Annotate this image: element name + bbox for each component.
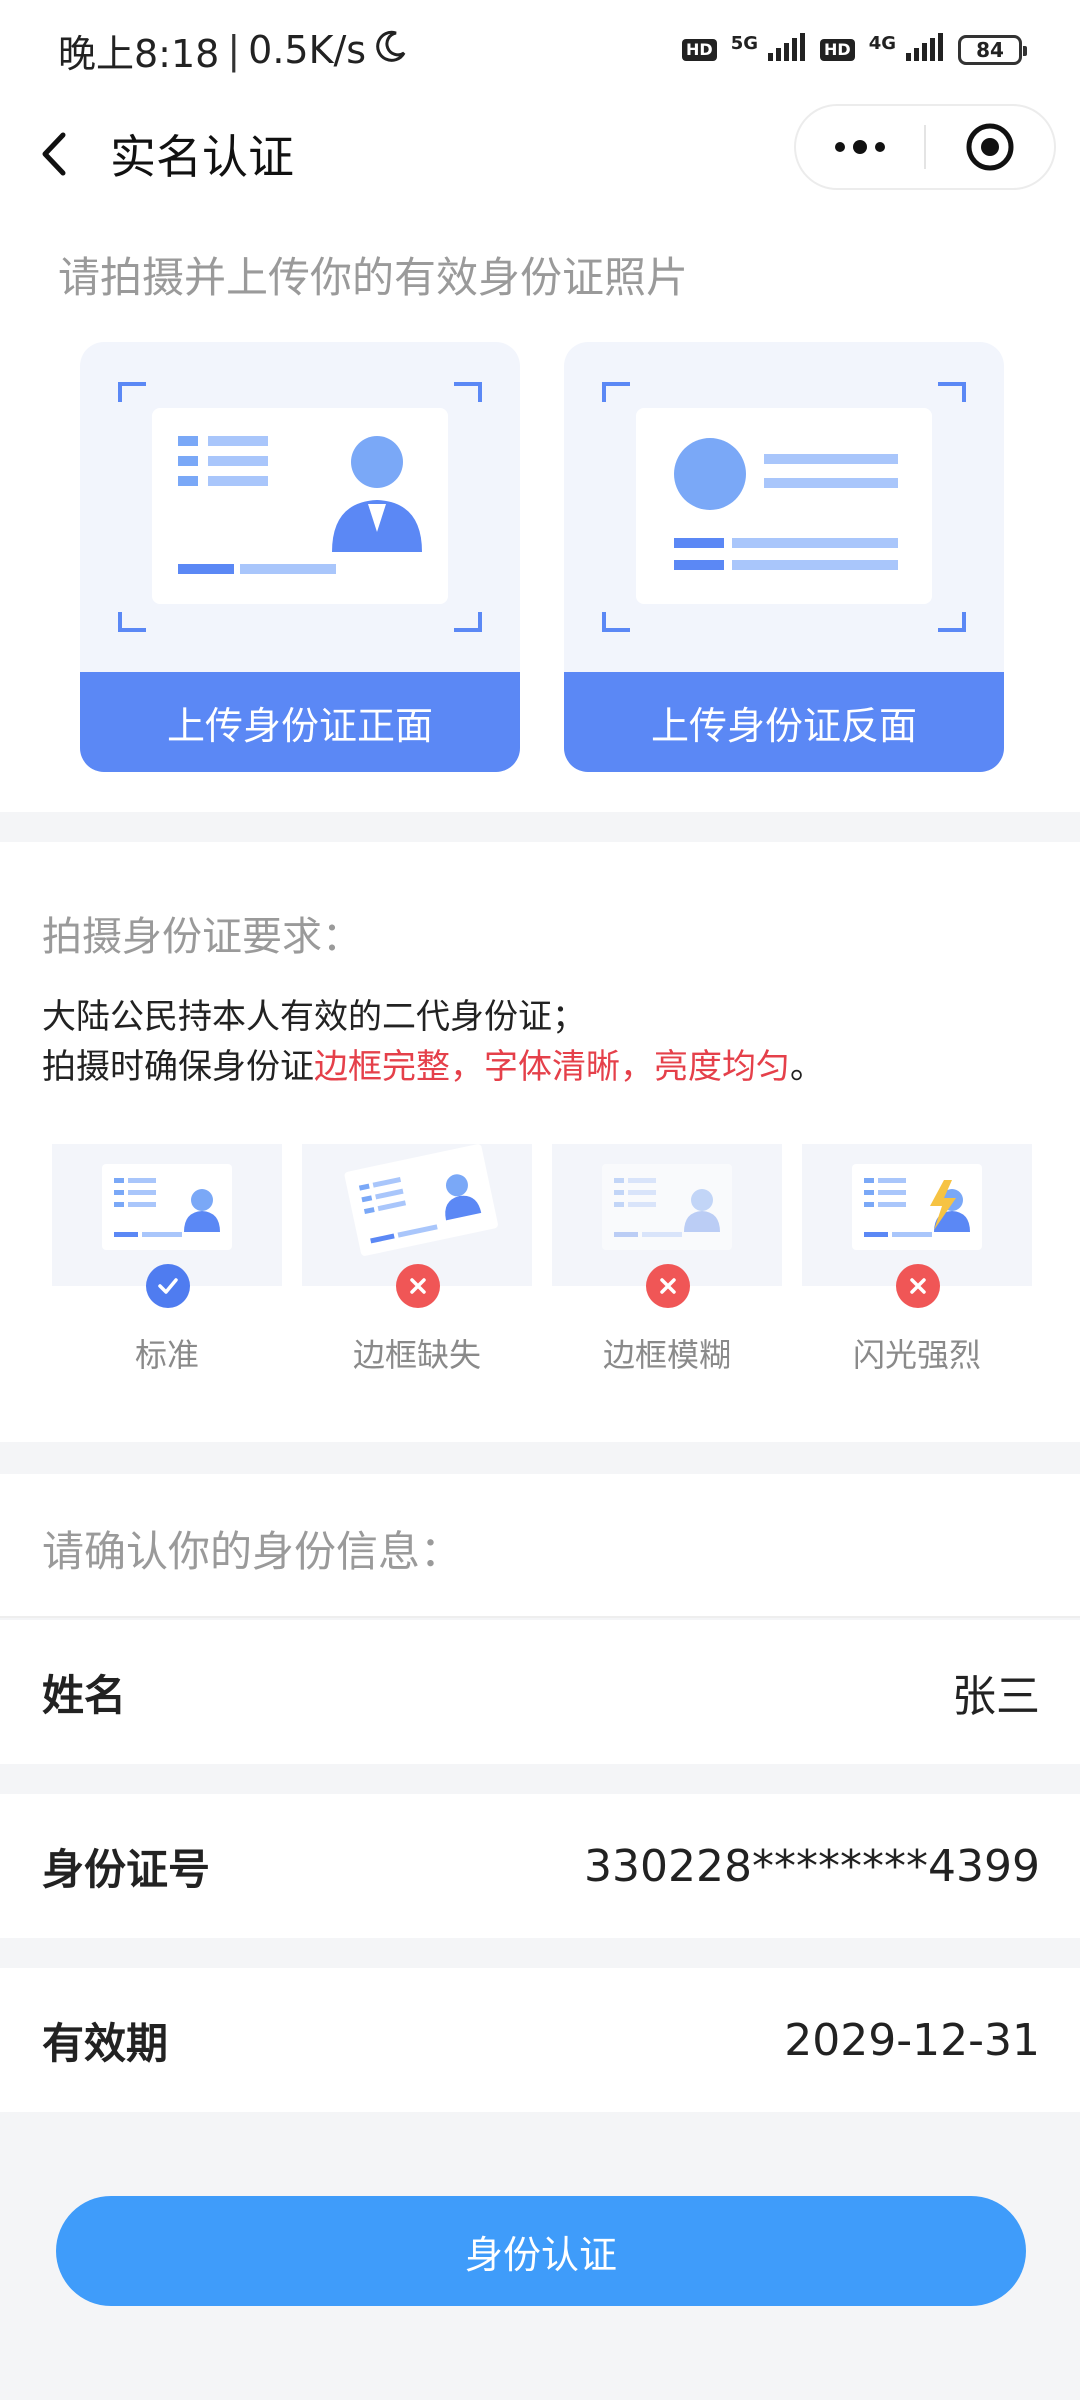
back-button[interactable] [0,100,110,208]
error-x-icon [896,1264,940,1308]
target-close-icon [966,123,1014,171]
requirements-line-2-suffix: 。 [790,1047,824,1087]
more-dots-icon [835,140,885,154]
network-4g-label: 4G [868,32,896,54]
requirements-line-1: 大陆公民持本人有效的二代身份证； [42,997,586,1037]
requirements-title: 拍摄身份证要求： [42,914,362,960]
error-x-icon [646,1264,690,1308]
requirements-line-2-prefix: 拍摄时确保身份证 [42,1047,314,1087]
chevron-left-icon [42,132,66,176]
sample-thumbnail [52,1144,282,1308]
nav-bar: 实名认证 [0,100,1080,208]
name-value: 张三 [952,1671,1040,1722]
sample-border-missing: 边框缺失 [302,1144,532,1374]
name-label: 姓名 [42,1670,127,1720]
status-speed: 0.5K/s [248,28,367,72]
upload-back-card[interactable]: 上传身份证反面 [564,342,1004,772]
battery-indicator: 84 [958,35,1027,65]
signal-icon-1 [766,33,806,67]
id-number-value: 330228********4399 [584,1840,1040,1892]
status-separator: | [227,28,241,72]
requirements-line-2-highlight: 边框完整，字体清晰，亮度均匀 [314,1047,790,1087]
upload-title: 请拍摄并上传你的有效身份证照片 [58,253,689,302]
sample-label: 边框模糊 [602,1336,731,1374]
verify-identity-button[interactable]: 身份认证 [56,2196,1026,2306]
more-button[interactable] [796,106,924,188]
moon-icon [374,28,408,72]
check-icon [146,1264,190,1308]
requirements-line-2: 拍摄时确保身份证边框完整，字体清晰，亮度均匀。 [42,1042,824,1092]
status-left: 晚上8:18 | 0.5K/s [58,23,408,78]
status-bar: 晚上8:18 | 0.5K/s HD 5G HD 4G 84 [0,0,1080,100]
miniprogram-capsule [794,104,1056,190]
sample-border-blurry: 边框模糊 [552,1144,782,1374]
upload-back-button[interactable]: 上传身份证反面 [564,672,1004,772]
expiry-value: 2029-12-31 [784,2014,1040,2066]
id-back-illustration [602,382,966,632]
sample-label: 闪光强烈 [852,1336,981,1374]
sample-standard: 标准 [52,1144,282,1374]
sample-thumbnail [802,1144,1032,1308]
requirements-text: 大陆公民持本人有效的二代身份证； 拍摄时确保身份证边框完整，字体清晰，亮度均匀。 [42,992,824,1092]
error-x-icon [396,1264,440,1308]
page-title: 实名认证 [110,130,294,184]
network-5g-label: 5G [730,32,759,54]
id-number-row[interactable]: 身份证号 330228********4399 [0,1794,1080,1938]
confirm-info-header: 请确认你的身份信息： [0,1474,1080,1618]
expiry-label: 有效期 [42,2018,169,2068]
sample-flash-glare: 闪光强烈 [802,1144,1032,1374]
upload-front-button[interactable]: 上传身份证正面 [80,672,520,772]
sample-thumbnail [552,1144,782,1308]
status-right: HD 5G HD 4G 84 [682,32,1027,67]
hd-badge-1: HD [682,39,717,61]
sample-label: 标准 [134,1336,199,1374]
sample-thumbnail [302,1144,532,1308]
id-number-label: 身份证号 [42,1844,211,1894]
hd-badge-2: HD [820,39,855,61]
sample-label: 边框缺失 [352,1336,481,1374]
requirements-section: 拍摄身份证要求： 大陆公民持本人有效的二代身份证； 拍摄时确保身份证边框完整，字… [0,842,1080,1442]
upload-section: 请拍摄并上传你的有效身份证照片 上传身份证正面 上传身份证反面 [0,208,1080,812]
status-time: 晚上8:18 [58,31,220,76]
confirm-info-title: 请确认你的身份信息： [42,1527,463,1576]
signal-icon-2 [904,33,944,67]
close-miniprogram-button[interactable] [926,106,1054,188]
expiry-row[interactable]: 有效期 2029-12-31 [0,1968,1080,2112]
name-row[interactable]: 姓名 张三 [0,1620,1080,1764]
id-front-illustration [118,382,482,632]
upload-front-card[interactable]: 上传身份证正面 [80,342,520,772]
